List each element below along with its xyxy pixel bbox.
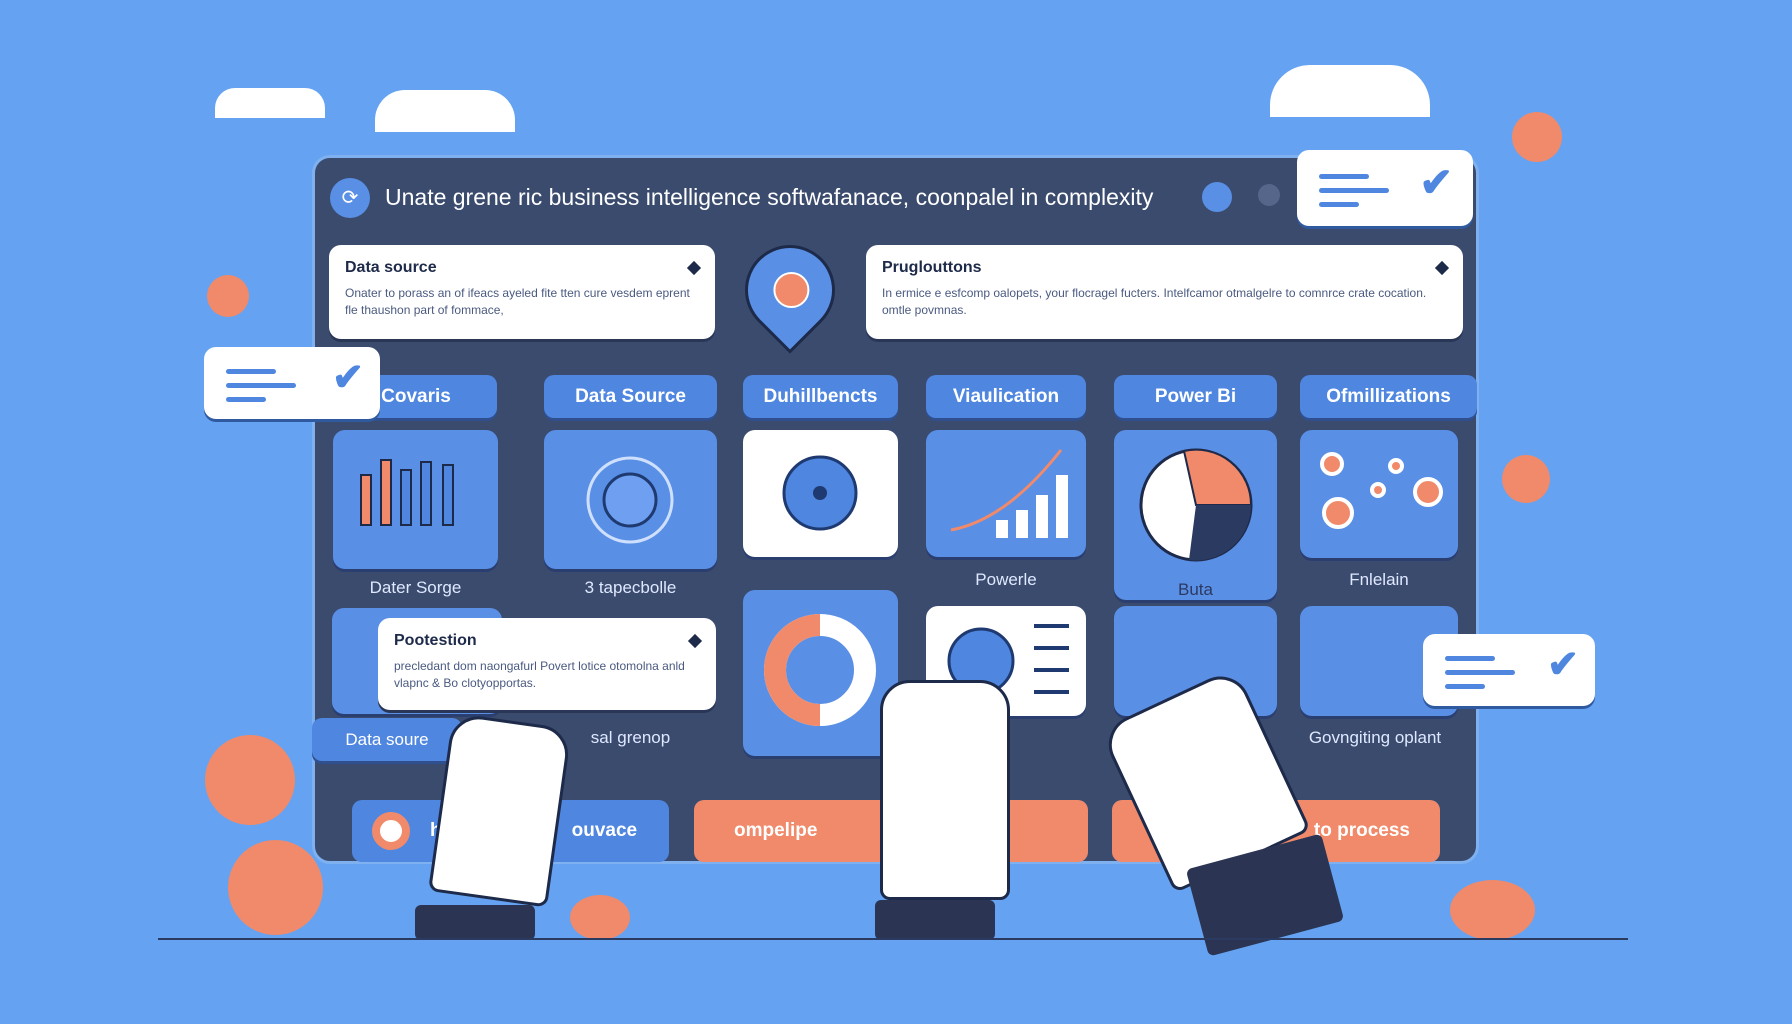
hand-illustration <box>880 680 1010 900</box>
check-notification: ✔ <box>1423 634 1595 706</box>
bar-chart-tile[interactable] <box>333 430 498 569</box>
donut-tile[interactable] <box>743 590 898 756</box>
sleeve-cuff <box>415 905 535 940</box>
tab-data-source[interactable]: Data Source <box>544 375 717 418</box>
pie-chart-tile[interactable] <box>1114 430 1277 600</box>
card-body: In ermice e esfcomp oalopets, your flocr… <box>882 286 1427 317</box>
data-source-card[interactable]: Data source Onater to porass an of ifeacs… <box>329 245 715 339</box>
data-source-button[interactable]: Data soure <box>312 718 462 761</box>
bottom-label: sal grenop <box>590 728 671 747</box>
flower-decoration <box>207 275 249 317</box>
pruglouttons-card[interactable]: Pruglouttons In ermice e esfcomp oalopets… <box>866 245 1463 339</box>
check-notification: ✔ <box>1297 150 1473 226</box>
card-title: Pruglouttons <box>882 259 982 276</box>
card-body: precledant dom naongafurl Povert lotice … <box>394 659 685 690</box>
scatter-icon <box>1320 452 1443 529</box>
cloud <box>215 88 325 118</box>
scatter-tile[interactable] <box>1300 430 1458 558</box>
tab-duhillbencts[interactable]: Duhillbencts <box>743 375 898 418</box>
page-title: Unate grene ric business intelligence so… <box>385 184 1154 210</box>
record-icon <box>372 812 410 850</box>
donut-chart-icon <box>764 614 876 726</box>
bar-label: to process <box>1313 820 1410 841</box>
gauge-icon <box>782 455 858 531</box>
gauge-tile[interactable] <box>743 430 898 557</box>
line-chart-icon <box>950 449 1068 538</box>
bar-label: ouvace <box>571 820 638 841</box>
bottom-label: Govngiting oplant <box>1308 728 1442 747</box>
card-title: Data source <box>345 259 437 276</box>
bar-chart-icon <box>360 459 454 526</box>
flower-decoration <box>205 735 295 825</box>
flower-decoration <box>1450 880 1535 940</box>
check-icon: ✔ <box>332 357 364 399</box>
target-icon <box>586 456 674 544</box>
tab-viaulication[interactable]: Viaulication <box>926 375 1086 418</box>
tile-label: Dater Sorge <box>369 578 462 597</box>
card-title: Pootestion <box>394 632 477 649</box>
cloud <box>375 90 515 132</box>
line-chart-tile[interactable] <box>926 430 1086 557</box>
radar-tile[interactable] <box>544 430 717 569</box>
flower-decoration <box>570 895 630 940</box>
bar-label: ompelipe <box>734 820 818 841</box>
tile-label: Fnlelain <box>1349 570 1409 589</box>
tab-ofmillizations[interactable]: Ofmillizations <box>1300 375 1477 418</box>
tab-power-bi[interactable]: Power Bi <box>1114 375 1277 418</box>
pootestion-card[interactable]: Pootestion precledant dom naongafurl Pove… <box>378 618 716 710</box>
tile-label: Powerle <box>975 570 1037 589</box>
check-icon: ✔ <box>1419 161 1453 205</box>
hand-illustration <box>428 712 572 908</box>
shield-icon[interactable] <box>1202 182 1232 212</box>
flower-decoration <box>228 840 323 935</box>
flower-decoration <box>1502 455 1550 503</box>
check-notification: ✔ <box>204 347 380 419</box>
refresh-icon[interactable]: ⟳ <box>330 178 370 218</box>
sleeve-cuff <box>875 900 995 940</box>
check-icon: ✔ <box>1547 644 1579 686</box>
tile-label: 3 tapecbolle <box>584 578 677 597</box>
pie-chart-icon <box>1139 448 1253 562</box>
info-icon[interactable] <box>1258 184 1280 206</box>
ground-line <box>158 938 1628 940</box>
card-body: Onater to porass an of ifeacs ayeled fit… <box>345 286 690 317</box>
cloud <box>1270 65 1430 117</box>
flower-decoration <box>1512 112 1562 162</box>
tile-label: Buta <box>1178 580 1213 599</box>
